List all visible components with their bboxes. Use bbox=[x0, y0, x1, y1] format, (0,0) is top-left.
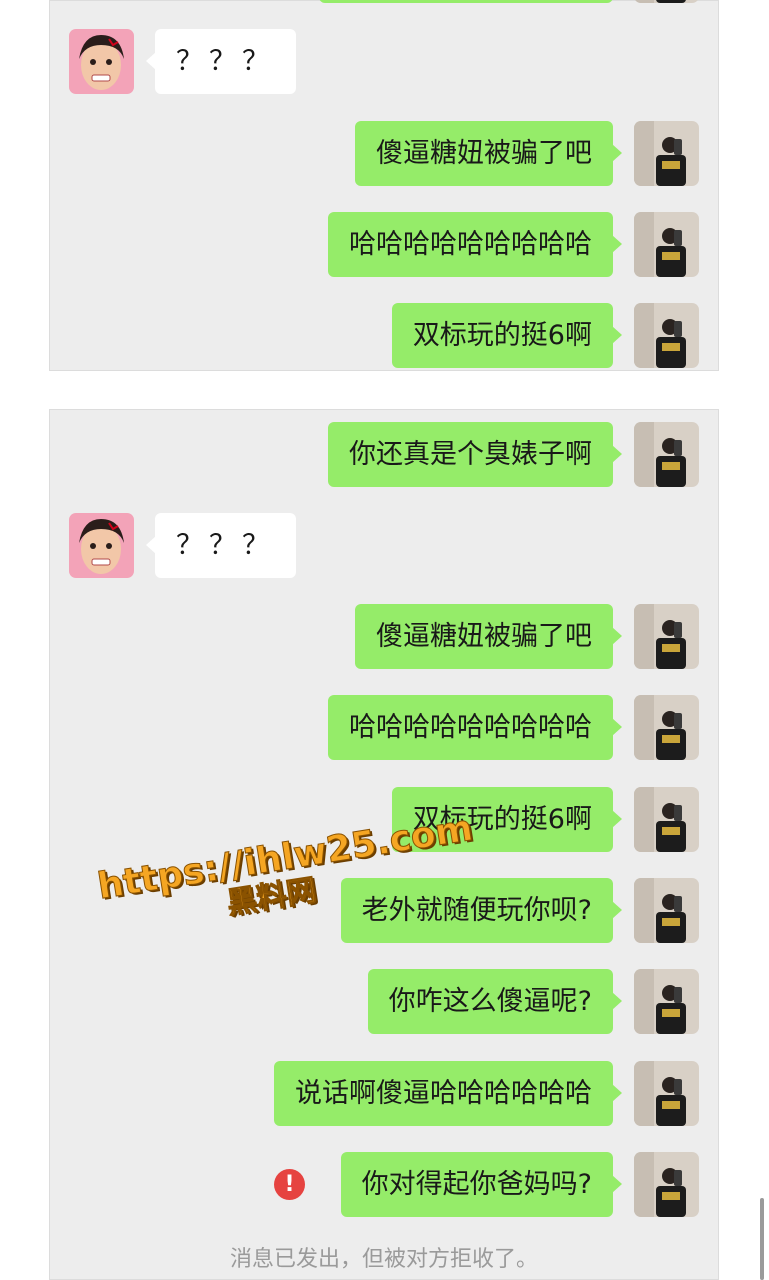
message-row: 你咋这么傻逼呢? bbox=[49, 969, 719, 1035]
message-row: 说话啊傻逼哈哈哈哈哈哈 bbox=[49, 1061, 719, 1127]
male-avatar[interactable] bbox=[634, 1152, 699, 1217]
male-avatar[interactable] bbox=[634, 787, 699, 852]
male-avatar[interactable] bbox=[634, 969, 699, 1034]
male-avatar[interactable] bbox=[634, 121, 699, 186]
message-row: 哈哈哈哈哈哈哈哈哈 bbox=[49, 695, 719, 761]
message-row: 傻逼糖妞被骗了吧 bbox=[49, 121, 719, 187]
message-row: 双标玩的挺6啊 bbox=[49, 787, 719, 853]
message-bubble[interactable]: 你咋这么傻逼呢? bbox=[367, 969, 623, 1034]
partial-message-row bbox=[49, 0, 719, 4]
message-row: 你还真是个臭婊子啊 bbox=[49, 422, 719, 488]
chat-panel-1: ？？？ 傻逼糖妞被骗了吧 哈哈哈哈哈哈哈哈哈 双标玩的挺6啊 bbox=[49, 0, 719, 371]
message-bubble[interactable]: ？？？ bbox=[146, 513, 296, 578]
female-avatar[interactable] bbox=[69, 513, 134, 578]
male-avatar[interactable] bbox=[634, 212, 699, 277]
message-bubble[interactable]: 老外就随便玩你呗? bbox=[340, 878, 623, 943]
male-avatar[interactable] bbox=[634, 604, 699, 669]
message-row-rejected: ! 你对得起你爸妈吗? bbox=[49, 1152, 719, 1218]
message-row: ？？？ bbox=[49, 29, 719, 95]
message-row: 傻逼糖妞被骗了吧 bbox=[49, 604, 719, 670]
male-avatar[interactable] bbox=[634, 695, 699, 760]
message-bubble[interactable]: 傻逼糖妞被骗了吧 bbox=[355, 604, 622, 669]
message-row: ？？？ bbox=[49, 513, 719, 579]
chat-panel-2: 你还真是个臭婊子啊 ？？？ 傻逼糖妞被骗了吧 哈哈哈哈哈哈哈哈哈 双标玩的挺6啊… bbox=[49, 409, 719, 1280]
scrollbar[interactable] bbox=[760, 1198, 764, 1280]
male-avatar[interactable] bbox=[634, 1061, 699, 1126]
message-bubble[interactable]: 傻逼糖妞被骗了吧 bbox=[355, 121, 622, 186]
female-avatar[interactable] bbox=[69, 29, 134, 94]
message-bubble[interactable]: 你还真是个臭婊子啊 bbox=[328, 422, 622, 487]
message-bubble[interactable]: 哈哈哈哈哈哈哈哈哈 bbox=[328, 212, 622, 277]
message-row: 双标玩的挺6啊 bbox=[49, 303, 719, 369]
message-row: 哈哈哈哈哈哈哈哈哈 bbox=[49, 212, 719, 278]
message-row: 老外就随便玩你呗? bbox=[49, 878, 719, 944]
system-notice: 消息已发出，但被对方拒收了。 bbox=[229, 1247, 538, 1272]
error-icon[interactable]: ! bbox=[274, 1169, 305, 1200]
male-avatar[interactable] bbox=[634, 0, 699, 3]
message-bubble[interactable]: 哈哈哈哈哈哈哈哈哈 bbox=[328, 695, 622, 760]
message-bubble[interactable]: 说话啊傻逼哈哈哈哈哈哈 bbox=[274, 1061, 622, 1126]
male-avatar[interactable] bbox=[634, 878, 699, 943]
message-bubble[interactable]: 你对得起你爸妈吗? bbox=[340, 1152, 623, 1217]
message-bubble[interactable]: 双标玩的挺6啊 bbox=[391, 303, 623, 368]
message-bubble[interactable]: ？？？ bbox=[146, 29, 296, 94]
message-bubble-partial[interactable] bbox=[319, 0, 613, 3]
male-avatar[interactable] bbox=[634, 303, 699, 368]
message-bubble[interactable]: 双标玩的挺6啊 bbox=[391, 787, 623, 852]
male-avatar[interactable] bbox=[634, 422, 699, 487]
